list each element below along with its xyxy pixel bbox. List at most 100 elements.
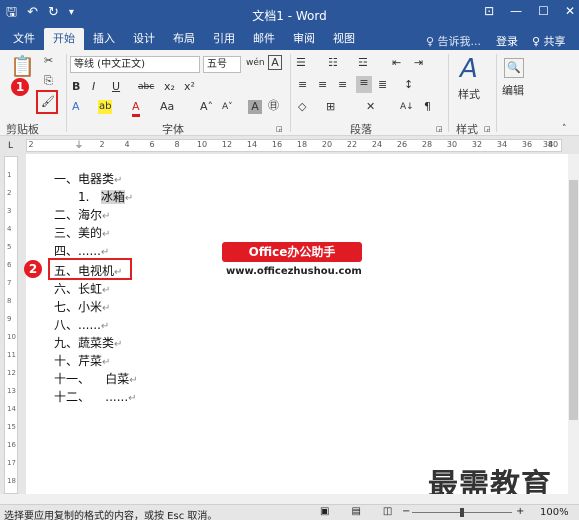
tab-home[interactable]: 开始: [44, 28, 84, 50]
vertical-scroll-thumb[interactable]: [569, 180, 578, 420]
subscript-button[interactable]: x₂: [164, 80, 175, 94]
tab-review[interactable]: 审阅: [284, 28, 324, 50]
italic-button[interactable]: I: [92, 80, 95, 94]
doc-line-1[interactable]: 一、电器类↵: [54, 170, 122, 187]
doc-line-3[interactable]: 二、海尔↵: [54, 206, 110, 223]
sign-in-link[interactable]: 登录: [496, 33, 518, 49]
maximize-button[interactable]: ☐: [538, 4, 549, 18]
tab-selector-icon[interactable]: L: [8, 139, 13, 153]
editing-button[interactable]: 编辑: [502, 84, 524, 98]
underline-button[interactable]: U: [112, 80, 120, 94]
zoom-out-button[interactable]: −: [402, 506, 410, 517]
tab-insert[interactable]: 插入: [84, 28, 124, 50]
zoom-slider-knob[interactable]: [460, 508, 464, 517]
read-mode-icon[interactable]: ▣: [320, 506, 329, 517]
tab-design[interactable]: 设计: [124, 28, 164, 50]
ruler-tick: 6: [149, 140, 155, 149]
cut-icon[interactable]: ✂: [44, 54, 53, 68]
doc-line-8[interactable]: 七、小米↵: [54, 298, 110, 315]
font-dialog-launcher-icon[interactable]: ◲: [276, 122, 283, 136]
print-layout-icon[interactable]: ▤: [351, 506, 360, 517]
change-case-button[interactable]: Aa: [160, 100, 174, 114]
ribbon-display-options-icon[interactable]: ⊡: [484, 4, 494, 18]
strikethrough-button[interactable]: abc: [138, 80, 154, 94]
borders-button[interactable]: ⊞: [326, 100, 335, 114]
watermark-url: www.officezhushou.com: [226, 266, 362, 277]
superscript-button[interactable]: x²: [184, 80, 195, 94]
doc-line-12[interactable]: 十一、 白菜↵: [54, 370, 138, 387]
ruler-tick: 8: [174, 140, 180, 149]
font-color-button[interactable]: A: [132, 100, 140, 117]
doc-line-11[interactable]: 十、芹菜↵: [54, 352, 110, 369]
chinese-layout-button[interactable]: ✕: [366, 100, 375, 114]
horizontal-scrollbar[interactable]: [0, 494, 579, 504]
bold-button[interactable]: B: [72, 80, 80, 94]
watermark-banner: Office办公助手: [222, 242, 362, 262]
line-spacing-button[interactable]: ↕: [404, 78, 413, 92]
doc-line-13[interactable]: 十二、 ......↵: [54, 388, 137, 405]
ruler-scale[interactable]: 2 2 4 6 8 10 12 14 16 18 20 22 24 26 28 …: [26, 139, 562, 152]
document-canvas: 一、电器类↵ 1. 冰箱↵ 二、海尔↵ 三、美的↵ 四、......↵ 五、电视…: [20, 154, 568, 494]
bullets-button[interactable]: ☰: [296, 56, 306, 70]
paste-icon[interactable]: 📋: [10, 54, 35, 78]
minimize-button[interactable]: —: [510, 4, 522, 18]
styles-group-label: 样式: [456, 123, 478, 136]
enclose-char-button[interactable]: ㊐: [268, 99, 279, 113]
vruler-tick: 10: [7, 333, 16, 341]
ruler-tick: 4: [124, 140, 130, 149]
ruler-tick: 36: [521, 140, 533, 149]
zoom-level[interactable]: 100%: [540, 507, 569, 518]
multilevel-list-button[interactable]: ☲: [358, 56, 368, 70]
grow-font-button[interactable]: A˄: [200, 100, 213, 114]
doc-line-10[interactable]: 九、蔬菜类↵: [54, 334, 122, 351]
char-border-button[interactable]: A: [268, 55, 282, 70]
indent-marker-icon[interactable]: ⏚: [74, 138, 83, 151]
align-left-button[interactable]: ≡: [298, 78, 307, 92]
styles-dialog-launcher-icon[interactable]: ◲: [484, 122, 491, 136]
collapse-ribbon-icon[interactable]: ˄: [562, 122, 567, 136]
vruler-tick: 13: [7, 387, 16, 395]
justify-button[interactable]: ≡: [356, 76, 372, 93]
web-layout-icon[interactable]: ◫: [383, 506, 392, 517]
tab-file[interactable]: 文件: [4, 28, 44, 50]
char-shading-button[interactable]: A: [248, 100, 262, 114]
share-button[interactable]: ♀ 共享: [532, 33, 566, 49]
format-painter-button[interactable]: 🖌: [41, 95, 55, 109]
copy-icon[interactable]: ⎘: [44, 74, 53, 88]
numbering-button[interactable]: ☷: [328, 56, 338, 70]
doc-line-5[interactable]: 四、......↵: [54, 242, 109, 259]
doc-line-9[interactable]: 八、......↵: [54, 316, 109, 333]
vertical-scrollbar[interactable]: [568, 154, 579, 494]
paragraph-dialog-launcher-icon[interactable]: ◲: [436, 122, 443, 136]
shrink-font-button[interactable]: A˅: [222, 100, 233, 114]
ruler-tick: 16: [271, 140, 283, 149]
tab-view[interactable]: 视图: [324, 28, 364, 50]
align-right-button[interactable]: ≡: [338, 78, 347, 92]
tell-me-search[interactable]: ♀ 告诉我...: [426, 33, 481, 49]
styles-icon[interactable]: A: [460, 54, 478, 84]
tab-layout[interactable]: 布局: [164, 28, 204, 50]
doc-line-2[interactable]: 1. 冰箱↵: [78, 188, 133, 205]
increase-indent-button[interactable]: ⇥: [414, 56, 423, 70]
styles-button[interactable]: 样式: [458, 88, 480, 102]
find-icon[interactable]: 🔍: [504, 58, 524, 78]
highlight-color-button[interactable]: ab: [98, 100, 113, 114]
tab-references[interactable]: 引用: [204, 28, 244, 50]
zoom-in-button[interactable]: +: [516, 506, 524, 517]
doc-line-7[interactable]: 六、长虹↵: [54, 280, 110, 297]
distributed-button[interactable]: ≣: [378, 78, 387, 92]
shading-button[interactable]: ◇: [298, 100, 306, 114]
phonetic-guide-button[interactable]: wén: [246, 56, 265, 70]
font-size-combobox[interactable]: 五号: [203, 56, 241, 73]
center-button[interactable]: ≡: [318, 78, 327, 92]
show-marks-button[interactable]: ¶: [424, 100, 431, 114]
text-effects-button[interactable]: A: [72, 100, 80, 114]
sort-button[interactable]: A↓: [400, 100, 414, 114]
close-button[interactable]: ✕: [565, 4, 575, 18]
step-badge-1: 1: [11, 78, 29, 96]
doc-line-4[interactable]: 三、美的↵: [54, 224, 110, 241]
decrease-indent-button[interactable]: ⇤: [392, 56, 401, 70]
tab-mailings[interactable]: 邮件: [244, 28, 284, 50]
document-page[interactable]: 一、电器类↵ 1. 冰箱↵ 二、海尔↵ 三、美的↵ 四、......↵ 五、电视…: [24, 154, 568, 494]
font-name-combobox[interactable]: 等线 (中文正文): [70, 56, 200, 73]
